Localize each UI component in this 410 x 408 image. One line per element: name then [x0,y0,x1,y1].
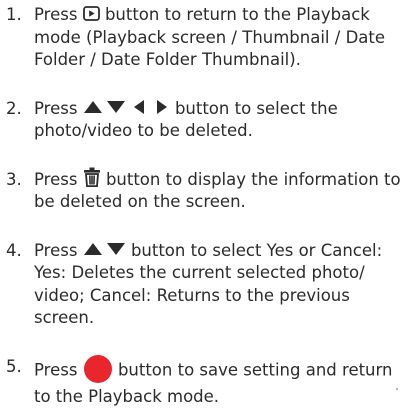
step-text-after: button to select Yes or Cancel: [131,241,382,260]
up-arrow-icon [84,101,102,113]
right-arrow-icon [157,100,167,114]
step-number: 4. [6,240,22,263]
step-text-before: Press [34,99,77,118]
stray-dot [396,388,398,390]
trash-icon [83,167,101,187]
step-1: 1. Press button to return to the Playbac… [0,4,410,72]
step-number: 2. [6,98,22,121]
step-text-before: Press [34,170,77,189]
step-text-before: Press [34,5,77,24]
left-arrow-icon [134,100,144,114]
arrow-buttons-icon [83,99,170,115]
step-2: 2. Press button to select the photo/vide… [0,98,410,143]
step-text-before: Press [34,360,77,379]
step-4: 4. Press button to select Yes or Cancel:… [0,240,410,330]
down-arrow-icon [107,243,125,255]
playback-icon [83,6,100,21]
step-number: 1. [6,4,22,27]
step-5: 5. Press button to save setting and retu… [0,356,410,408]
step-text-before: Press [34,241,77,260]
up-down-arrows-icon [83,241,126,257]
up-arrow-icon [84,243,102,255]
step-number: 3. [6,169,22,192]
step-text-after: button to select the photo/video to be d… [34,99,338,141]
record-button-icon [83,354,113,384]
instruction-steps: 1. Press button to return to the Playbac… [0,4,410,408]
down-arrow-icon [107,101,125,113]
step-text-extra: Yes: Deletes the current selected photo/… [34,263,365,327]
step-number: 5. [6,356,22,379]
step-3: 3. Press button to display the informati… [0,169,410,214]
